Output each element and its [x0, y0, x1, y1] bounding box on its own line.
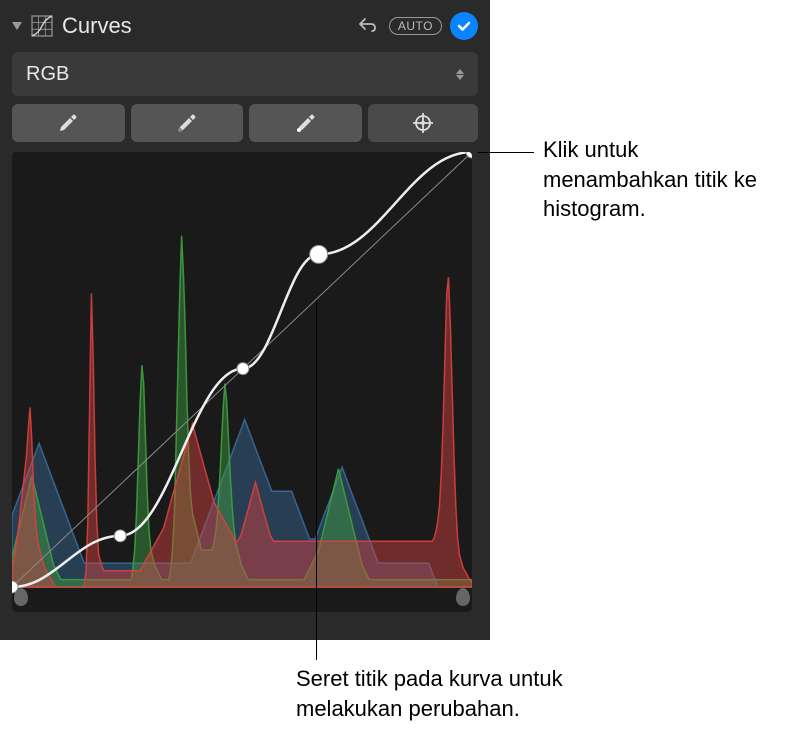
curve-point[interactable] — [237, 363, 249, 375]
undo-icon[interactable] — [353, 16, 381, 37]
callout-leader-line — [316, 300, 317, 660]
histogram-curves-area[interactable] — [12, 152, 472, 612]
eyedropper-gray-button[interactable] — [131, 104, 244, 142]
eyedropper-tool-row — [12, 104, 478, 142]
disclosure-triangle-icon[interactable] — [12, 22, 22, 30]
curves-icon — [30, 14, 54, 38]
curve-point[interactable] — [114, 530, 126, 542]
channel-select-value: RGB — [26, 63, 69, 86]
add-point-button[interactable] — [368, 104, 478, 142]
stepper-arrows-icon — [456, 69, 464, 80]
callout-text: Klik untuk menambahkan titik ke histogra… — [543, 135, 773, 224]
eyedropper-white-button[interactable] — [249, 104, 362, 142]
callout-leader-line — [478, 152, 534, 153]
channel-select[interactable]: RGB — [12, 52, 478, 96]
panel-title: Curves — [62, 13, 345, 39]
auto-button[interactable]: AUTO — [389, 17, 442, 35]
enabled-checkmark-icon[interactable] — [450, 12, 478, 40]
callout-text: Seret titik pada kurva untuk melakukan p… — [296, 664, 636, 723]
panel-header: Curves AUTO — [12, 8, 478, 44]
white-point-handle[interactable] — [456, 588, 470, 606]
eyedropper-black-button[interactable] — [12, 104, 125, 142]
black-point-handle[interactable] — [14, 588, 28, 606]
curves-panel: Curves AUTO RGB — [0, 0, 490, 640]
curve-point[interactable] — [310, 245, 328, 263]
